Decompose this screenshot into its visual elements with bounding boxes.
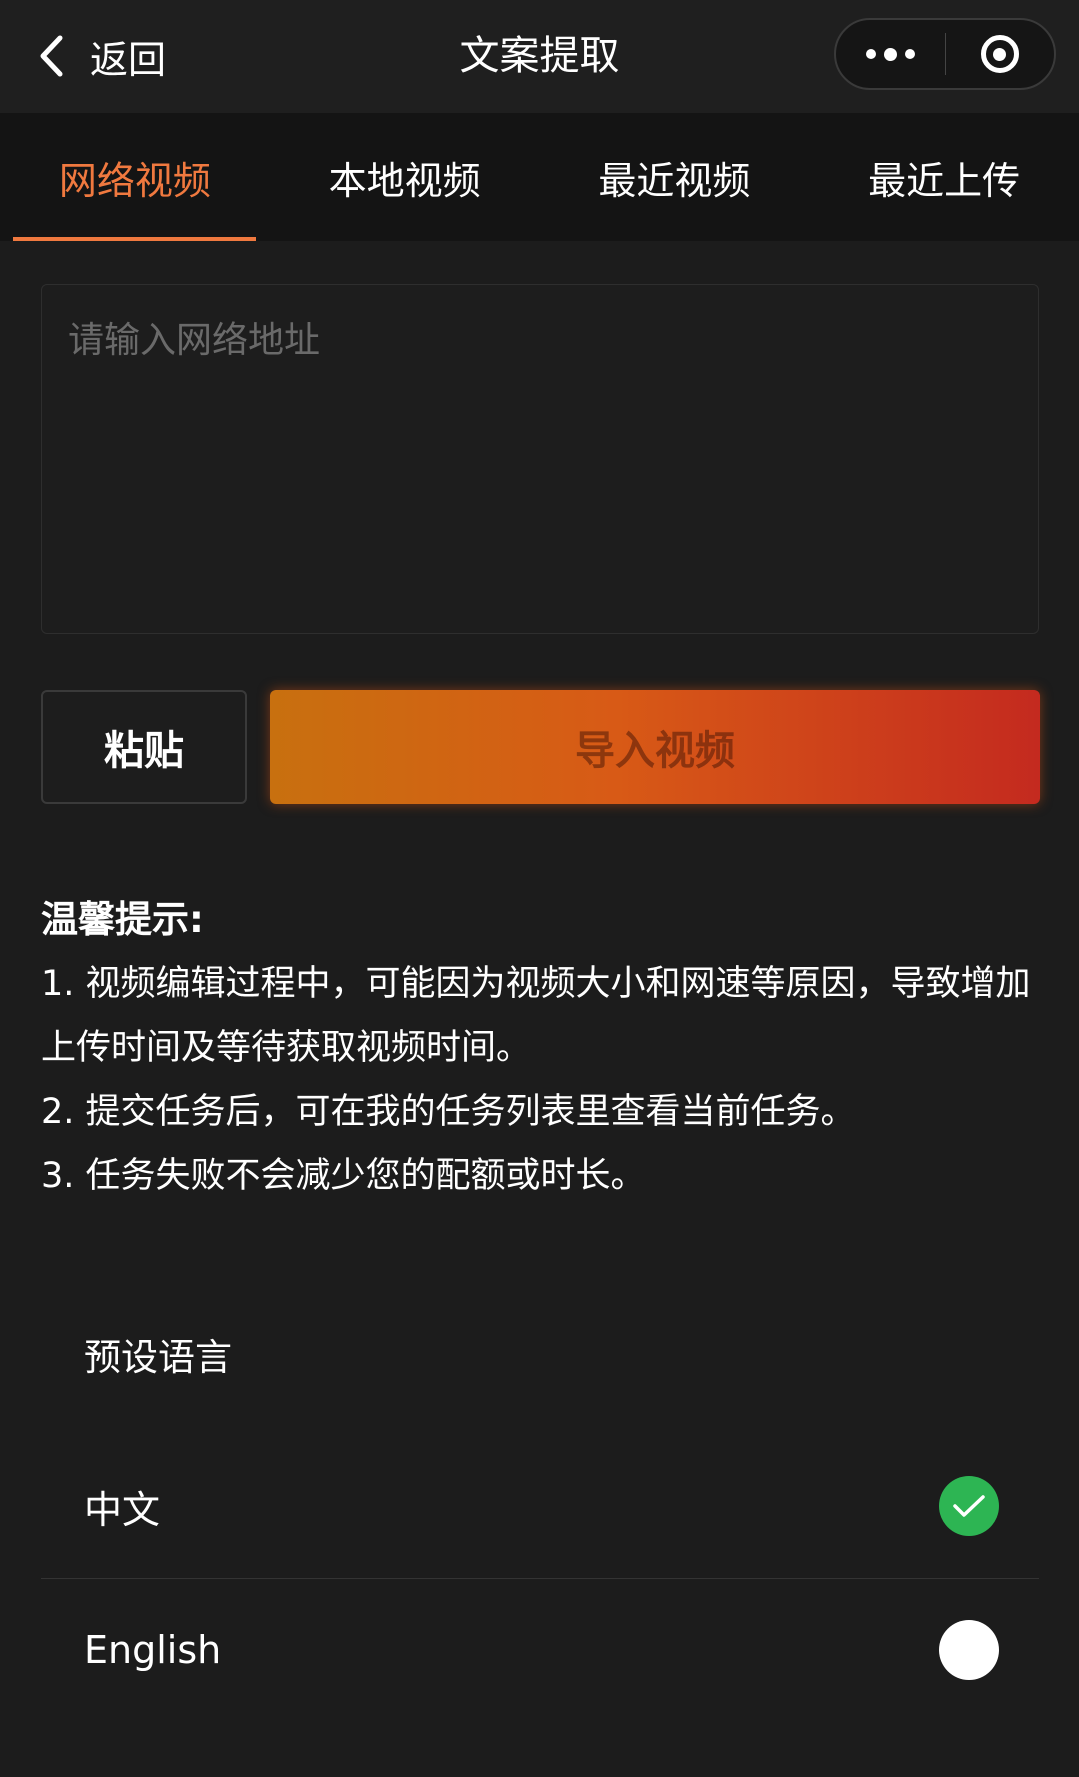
close-program-button[interactable] xyxy=(945,20,1054,88)
page: 返回 文案提取 网络视频 本地视频 最近视频 最近上传 粘贴 导入视频 温馨提示… xyxy=(0,0,1079,1777)
divider xyxy=(41,1578,1039,1579)
more-button[interactable] xyxy=(836,20,945,88)
language-option-chinese[interactable]: 中文 xyxy=(41,1436,1039,1576)
nav-bar: 返回 文案提取 xyxy=(0,0,1079,113)
paste-button[interactable]: 粘贴 xyxy=(41,690,247,804)
language-option-english[interactable]: English xyxy=(41,1580,1039,1720)
checkmark-icon[interactable] xyxy=(939,1476,999,1536)
url-input[interactable] xyxy=(42,285,1038,633)
tips-title: 温馨提示: xyxy=(41,898,204,941)
import-video-button[interactable]: 导入视频 xyxy=(270,690,1040,804)
tab-bar: 网络视频 本地视频 最近视频 最近上传 xyxy=(0,113,1079,241)
language-option-label: English xyxy=(84,1628,222,1672)
target-icon xyxy=(980,35,1019,73)
mini-program-capsule xyxy=(834,18,1056,90)
tab-local-video[interactable]: 本地视频 xyxy=(270,113,540,241)
more-dots-icon xyxy=(865,47,915,61)
tip-item: 1. 视频编辑过程中，可能因为视频大小和网速等原因，导致增加上传时间及等待获取视… xyxy=(41,964,1031,1068)
language-section-title: 预设语言 xyxy=(84,1336,232,1379)
url-input-container xyxy=(41,284,1039,634)
tab-network-video[interactable]: 网络视频 xyxy=(0,113,270,241)
tips-section: 温馨提示: 1. 视频编辑过程中，可能因为视频大小和网速等原因，导致增加上传时间… xyxy=(41,888,1051,1208)
tip-item: 3. 任务失败不会减少您的配额或时长。 xyxy=(41,1156,646,1196)
tip-item: 2. 提交任务后，可在我的任务列表里查看当前任务。 xyxy=(41,1092,856,1132)
language-option-label: 中文 xyxy=(84,1487,161,1532)
tab-recent-upload[interactable]: 最近上传 xyxy=(809,113,1079,241)
tab-recent-video[interactable]: 最近视频 xyxy=(540,113,810,241)
radio-unchecked-icon[interactable] xyxy=(939,1620,999,1680)
